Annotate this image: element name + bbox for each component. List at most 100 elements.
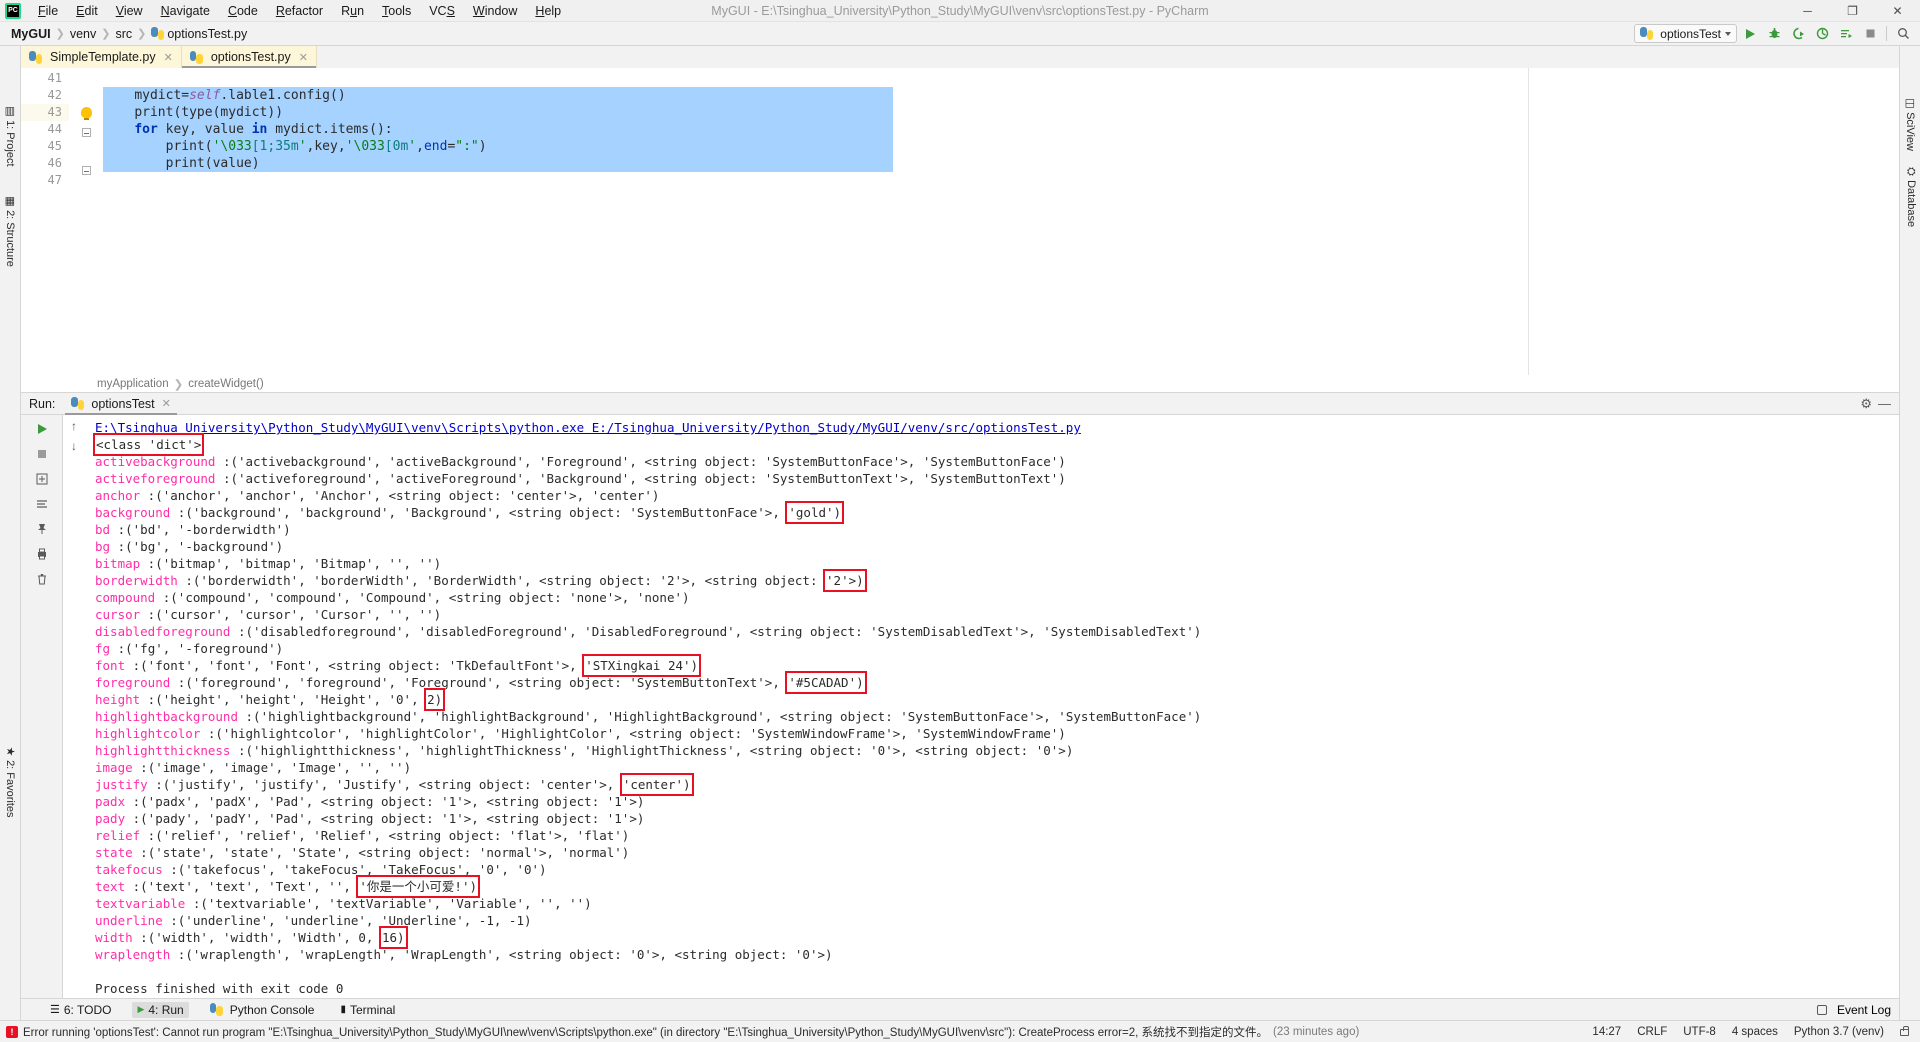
- run-configuration-selector[interactable]: optionsTest: [1634, 24, 1737, 43]
- status-interpreter[interactable]: Python 3.7 (venv): [1786, 1026, 1892, 1038]
- error-text: Error running 'optionsTest': Cannot run …: [23, 1026, 1268, 1039]
- sidebar-item-project[interactable]: ▤ 1: Project: [4, 106, 17, 166]
- pycharm-window: PC File Edit View Navigate Code Refactor…: [0, 0, 1920, 1042]
- breadcrumb-file[interactable]: optionsTest.py: [148, 26, 250, 41]
- stop-button[interactable]: [1859, 24, 1881, 44]
- lightbulb-icon[interactable]: [80, 107, 92, 120]
- menu-item-refactor[interactable]: Refactor: [267, 2, 332, 20]
- code-text-area[interactable]: mydict=self.lable1.config() print(type(m…: [103, 68, 1899, 375]
- stop-button[interactable]: [31, 444, 53, 464]
- run-with-console-button[interactable]: [1835, 24, 1857, 44]
- console-line: bg :('bg', '-background'): [95, 538, 1899, 555]
- settings-gear-icon[interactable]: ⚙: [1860, 396, 1872, 412]
- breadcrumb-project[interactable]: MyGUI: [8, 27, 54, 41]
- sidebar-item-sciview[interactable]: ◫ SciView: [1904, 98, 1917, 151]
- console-option-key: fg: [95, 641, 111, 656]
- expand-all-button[interactable]: [31, 469, 53, 489]
- menu-item-view[interactable]: View: [107, 2, 152, 20]
- annotation-highlight-box: 2): [424, 688, 446, 711]
- menu-item-file[interactable]: File: [29, 2, 67, 20]
- console-option-value: :('foreground', 'foreground', 'Foregroun…: [170, 675, 788, 690]
- maximize-button[interactable]: ❐: [1830, 0, 1875, 22]
- run-console-output[interactable]: E:\Tsinghua_University\Python_Study\MyGU…: [85, 415, 1899, 998]
- bottom-item-terminal[interactable]: ▮ Terminal: [335, 1002, 400, 1018]
- console-option-value: :('wraplength', 'wrapLength', 'WrapLengt…: [170, 947, 833, 962]
- fold-icon[interactable]: [81, 166, 91, 175]
- minimize-button[interactable]: ─: [1785, 0, 1830, 22]
- menu-item-code[interactable]: Code: [219, 2, 267, 20]
- delete-button[interactable]: [31, 569, 53, 589]
- console-option-value: :('highlightbackground', 'highlightBackg…: [238, 709, 1202, 724]
- editor-tab-optionstest[interactable]: optionsTest.py ✕: [181, 46, 317, 68]
- console-option-value: :('bd', '-borderwidth'): [110, 522, 291, 537]
- menu-item-window[interactable]: Window: [464, 2, 526, 20]
- breadcrumb-separator: ❯: [173, 378, 184, 391]
- window-controls: ─ ❐ ✕: [1785, 0, 1920, 22]
- bottom-item-todo[interactable]: ☰ 6: TODO: [45, 1002, 116, 1018]
- console-option-key: wraplength: [95, 947, 171, 962]
- search-everywhere-button[interactable]: [1892, 24, 1914, 44]
- status-error-message[interactable]: ! Error running 'optionsTest': Cannot ru…: [0, 1024, 1359, 1040]
- bottom-item-python-console[interactable]: Python Console: [205, 1002, 320, 1018]
- bottom-strip-right: Event Log: [1816, 1003, 1899, 1017]
- console-line: highlightcolor :('highlightcolor', 'high…: [95, 725, 1899, 742]
- menu-item-tools[interactable]: Tools: [373, 2, 420, 20]
- scroll-down-button[interactable]: ↓: [71, 439, 77, 453]
- print-button[interactable]: [31, 544, 53, 564]
- status-indent[interactable]: 4 spaces: [1724, 1026, 1786, 1038]
- status-encoding[interactable]: UTF-8: [1675, 1026, 1724, 1038]
- close-tab-icon[interactable]: ✕: [164, 51, 173, 64]
- annotation-highlight-box: 'center'): [619, 773, 694, 796]
- sidebar-item-favorites[interactable]: ★ 2: Favorites: [4, 746, 17, 818]
- close-tab-icon[interactable]: ✕: [299, 51, 308, 64]
- editor-and-run-area: SimpleTemplate.py ✕ optionsTest.py ✕ 41 …: [21, 46, 1899, 1020]
- breadcrumb-separator: ❯: [137, 28, 147, 40]
- editor-tab-simpletemplate[interactable]: SimpleTemplate.py ✕: [21, 46, 182, 68]
- breadcrumb-class[interactable]: myApplication: [97, 378, 169, 390]
- status-line-separator[interactable]: CRLF: [1629, 1026, 1675, 1038]
- console-option-value: :('bg', '-background'): [110, 539, 284, 554]
- code-editor[interactable]: 41 42 43 44 45 46 47 mydict=self.lable1.…: [21, 68, 1899, 375]
- menu-item-navigate[interactable]: Navigate: [152, 2, 219, 20]
- pin-button[interactable]: [31, 519, 53, 539]
- structure-icon: ▦: [4, 196, 16, 207]
- menu-item-run[interactable]: Run: [332, 2, 373, 20]
- fold-icon[interactable]: [81, 128, 91, 137]
- status-lock-icon[interactable]: [1892, 1025, 1920, 1038]
- menu-item-help[interactable]: Help: [526, 2, 570, 20]
- console-option-value: :('borderwidth', 'borderWidth', 'BorderW…: [177, 573, 826, 588]
- console-option-value: :('height', 'height', 'Height', '0',: [140, 692, 427, 707]
- profile-button[interactable]: [1811, 24, 1833, 44]
- close-run-tab-icon[interactable]: ✕: [162, 397, 171, 410]
- breadcrumb-method[interactable]: createWidget(): [188, 378, 263, 390]
- event-log-label[interactable]: Event Log: [1837, 1003, 1891, 1017]
- line-number: 45: [47, 139, 62, 153]
- console-line: takefocus :('takefocus', 'takeFocus', 'T…: [95, 861, 1899, 878]
- console-command-path[interactable]: E:\Tsinghua_University\Python_Study\MyGU…: [95, 420, 1081, 435]
- run-coverage-button[interactable]: [1787, 24, 1809, 44]
- breadcrumb-src[interactable]: src: [112, 27, 135, 41]
- error-age: (23 minutes ago): [1273, 1025, 1360, 1038]
- close-button[interactable]: ✕: [1875, 0, 1920, 22]
- menu-item-vcs[interactable]: VCS: [420, 2, 464, 20]
- soft-wrap-button[interactable]: [31, 494, 53, 514]
- console-line: borderwidth :('borderwidth', 'borderWidt…: [95, 569, 1899, 592]
- annotation-highlight-box: '你是一个小可爱!'): [356, 875, 480, 898]
- breadcrumb-venv[interactable]: venv: [67, 27, 99, 41]
- scroll-up-button[interactable]: ↑: [71, 419, 77, 433]
- console-option-key: anchor: [95, 488, 141, 503]
- run-button[interactable]: [1739, 24, 1761, 44]
- debug-button[interactable]: [1763, 24, 1785, 44]
- menu-item-edit[interactable]: Edit: [67, 2, 107, 20]
- sidebar-item-database[interactable]: ⛭ Database: [1904, 166, 1917, 227]
- run-tab-optionstest[interactable]: optionsTest ✕: [65, 393, 178, 415]
- sidebar-item-structure[interactable]: ▦ 2: Structure: [4, 196, 17, 267]
- console-line: highlightthickness :('highlightthickness…: [95, 742, 1899, 759]
- hide-window-button[interactable]: —: [1878, 396, 1891, 411]
- bottom-item-run[interactable]: ▶ 4: Run: [132, 1001, 189, 1018]
- breadcrumb-separator: ❯: [55, 28, 65, 40]
- rerun-button[interactable]: [31, 419, 53, 439]
- console-option-key: bd: [95, 522, 111, 537]
